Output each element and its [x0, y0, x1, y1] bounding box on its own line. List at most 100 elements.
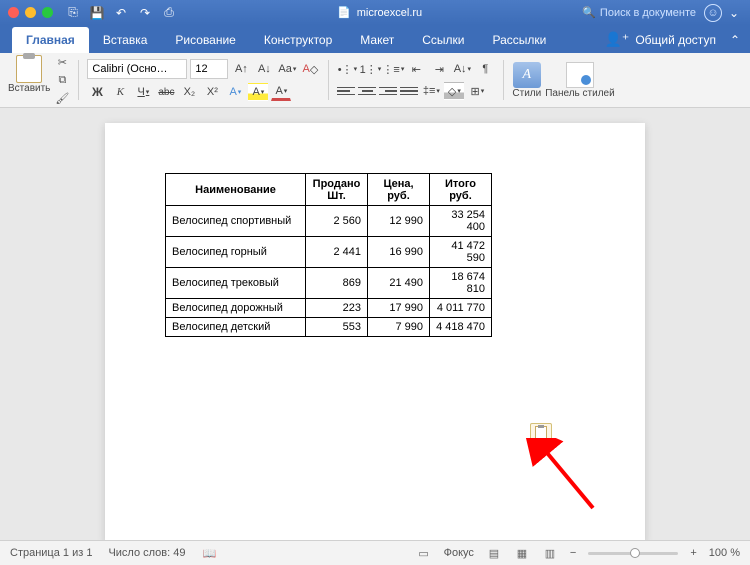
- italic-button[interactable]: К: [110, 83, 130, 101]
- table-cell[interactable]: 18 674 810: [430, 268, 492, 299]
- col-header-price[interactable]: Цена, руб.: [368, 174, 430, 206]
- borders-icon[interactable]: ⊞: [467, 82, 487, 100]
- numbering-icon[interactable]: 1⋮: [360, 60, 380, 78]
- table-row[interactable]: Велосипед детский5537 9904 418 470: [166, 318, 492, 337]
- table-cell[interactable]: 2 560: [306, 206, 368, 237]
- show-marks-icon[interactable]: ¶: [475, 60, 495, 78]
- close-window-button[interactable]: [8, 7, 19, 18]
- share-button[interactable]: 👤⁺ Общий доступ ⌃: [604, 31, 750, 53]
- table-cell[interactable]: 223: [306, 299, 368, 318]
- table-cell[interactable]: 869: [306, 268, 368, 299]
- document-page[interactable]: Наименование Продано Шт. Цена, руб. Итог…: [105, 123, 645, 540]
- table-cell[interactable]: 33 254 400: [430, 206, 492, 237]
- font-color-icon[interactable]: A: [271, 83, 291, 101]
- highlight-icon[interactable]: A: [248, 83, 268, 101]
- table-cell[interactable]: Велосипед дорожный: [166, 299, 306, 318]
- undo-icon[interactable]: ↶: [113, 5, 129, 21]
- increase-font-icon[interactable]: A↑: [231, 60, 251, 78]
- tab-design[interactable]: Конструктор: [250, 27, 346, 53]
- paste-options-smart-tag[interactable]: [530, 423, 552, 443]
- minimize-window-button[interactable]: [25, 7, 36, 18]
- font-family-select[interactable]: [87, 59, 187, 79]
- table-cell[interactable]: Велосипед трековый: [166, 268, 306, 299]
- tab-mailings[interactable]: Рассылки: [479, 27, 561, 53]
- table-cell[interactable]: 553: [306, 318, 368, 337]
- decrease-font-icon[interactable]: A↓: [254, 60, 274, 78]
- multilevel-list-icon[interactable]: ⋮≡: [383, 60, 403, 78]
- zoom-in-button[interactable]: +: [690, 547, 696, 559]
- web-layout-icon[interactable]: ▥: [542, 546, 558, 560]
- table-row[interactable]: Велосипед горный2 44116 99041 472 590: [166, 237, 492, 268]
- cut-icon[interactable]: ✂: [54, 55, 70, 69]
- table-cell[interactable]: 12 990: [368, 206, 430, 237]
- page-indicator[interactable]: Страница 1 из 1: [10, 547, 92, 559]
- table-cell[interactable]: 4 011 770: [430, 299, 492, 318]
- table-cell[interactable]: 17 990: [368, 299, 430, 318]
- table-cell[interactable]: 21 490: [368, 268, 430, 299]
- collapse-ribbon-icon[interactable]: ⌃: [730, 33, 740, 47]
- increase-indent-icon[interactable]: ⇥: [429, 60, 449, 78]
- format-painter-icon[interactable]: 🖌: [54, 91, 70, 105]
- zoom-slider[interactable]: [588, 552, 678, 555]
- justify-button[interactable]: [400, 83, 418, 99]
- col-header-total[interactable]: Итого руб.: [430, 174, 492, 206]
- align-left-button[interactable]: [337, 83, 355, 99]
- table-row[interactable]: Велосипед трековый86921 49018 674 810: [166, 268, 492, 299]
- maximize-window-button[interactable]: [42, 7, 53, 18]
- align-center-button[interactable]: [358, 83, 376, 99]
- table-cell[interactable]: 7 990: [368, 318, 430, 337]
- data-table[interactable]: Наименование Продано Шт. Цена, руб. Итог…: [165, 173, 492, 337]
- feedback-icon[interactable]: ☺: [704, 4, 722, 22]
- col-header-sold[interactable]: Продано Шт.: [306, 174, 368, 206]
- zoom-level[interactable]: 100 %: [709, 547, 740, 559]
- underline-button[interactable]: Ч: [133, 83, 153, 101]
- tab-home[interactable]: Главная: [12, 27, 89, 53]
- tab-references[interactable]: Ссылки: [408, 27, 478, 53]
- decrease-indent-icon[interactable]: ⇤: [406, 60, 426, 78]
- read-mode-icon[interactable]: ▦: [514, 546, 530, 560]
- table-cell[interactable]: Велосипед горный: [166, 237, 306, 268]
- change-case-icon[interactable]: Aa: [277, 60, 297, 78]
- styles-button[interactable]: A Стили: [512, 62, 541, 99]
- font-size-select[interactable]: [190, 59, 228, 79]
- strikethrough-button[interactable]: abc: [156, 83, 176, 101]
- tab-draw[interactable]: Рисование: [161, 27, 249, 53]
- table-cell[interactable]: 16 990: [368, 237, 430, 268]
- word-count[interactable]: Число слов: 49: [108, 547, 185, 559]
- spellcheck-icon[interactable]: 📖: [202, 546, 218, 560]
- table-cell[interactable]: Велосипед детский: [166, 318, 306, 337]
- redo-icon[interactable]: ↷: [137, 5, 153, 21]
- subscript-button[interactable]: X₂: [179, 83, 199, 101]
- text-effects-icon[interactable]: A: [225, 83, 245, 101]
- superscript-button[interactable]: X²: [202, 83, 222, 101]
- line-spacing-icon[interactable]: ‡≡: [421, 82, 441, 100]
- sort-icon[interactable]: A↓: [452, 60, 472, 78]
- table-cell[interactable]: 2 441: [306, 237, 368, 268]
- styles-pane-button[interactable]: Панель стилей: [545, 62, 614, 99]
- col-header-name[interactable]: Наименование: [166, 174, 306, 206]
- table-cell[interactable]: Велосипед спортивный: [166, 206, 306, 237]
- shading-icon[interactable]: ◇: [444, 82, 464, 100]
- search-input[interactable]: 🔍 Поиск в документе: [582, 6, 696, 19]
- tab-layout[interactable]: Макет: [346, 27, 408, 53]
- bullets-icon[interactable]: •⋮: [337, 60, 357, 78]
- autosave-icon[interactable]: ⎘: [65, 5, 81, 21]
- chevron-down-icon[interactable]: ⌄: [726, 5, 742, 21]
- focus-label[interactable]: Фокус: [444, 547, 474, 559]
- bold-button[interactable]: Ж: [87, 83, 107, 101]
- focus-mode-icon[interactable]: ▭: [416, 546, 432, 560]
- paste-button[interactable]: Вставить: [8, 55, 50, 94]
- table-row[interactable]: Велосипед спортивный2 56012 99033 254 40…: [166, 206, 492, 237]
- table-cell[interactable]: 4 418 470: [430, 318, 492, 337]
- table-cell[interactable]: 41 472 590: [430, 237, 492, 268]
- copy-icon[interactable]: ⧉: [54, 73, 70, 87]
- align-right-button[interactable]: [379, 83, 397, 99]
- print-layout-icon[interactable]: ▤: [486, 546, 502, 560]
- table-row[interactable]: Велосипед дорожный22317 9904 011 770: [166, 299, 492, 318]
- save-icon[interactable]: 💾: [89, 5, 105, 21]
- print-icon[interactable]: ⎙: [161, 5, 177, 21]
- tab-insert[interactable]: Вставка: [89, 27, 162, 53]
- clear-formatting-icon[interactable]: A◇: [300, 60, 320, 78]
- zoom-out-button[interactable]: −: [570, 547, 576, 559]
- font-group: A↑ A↓ Aa A◇ Ж К Ч abc X₂ X² A A A: [87, 59, 320, 101]
